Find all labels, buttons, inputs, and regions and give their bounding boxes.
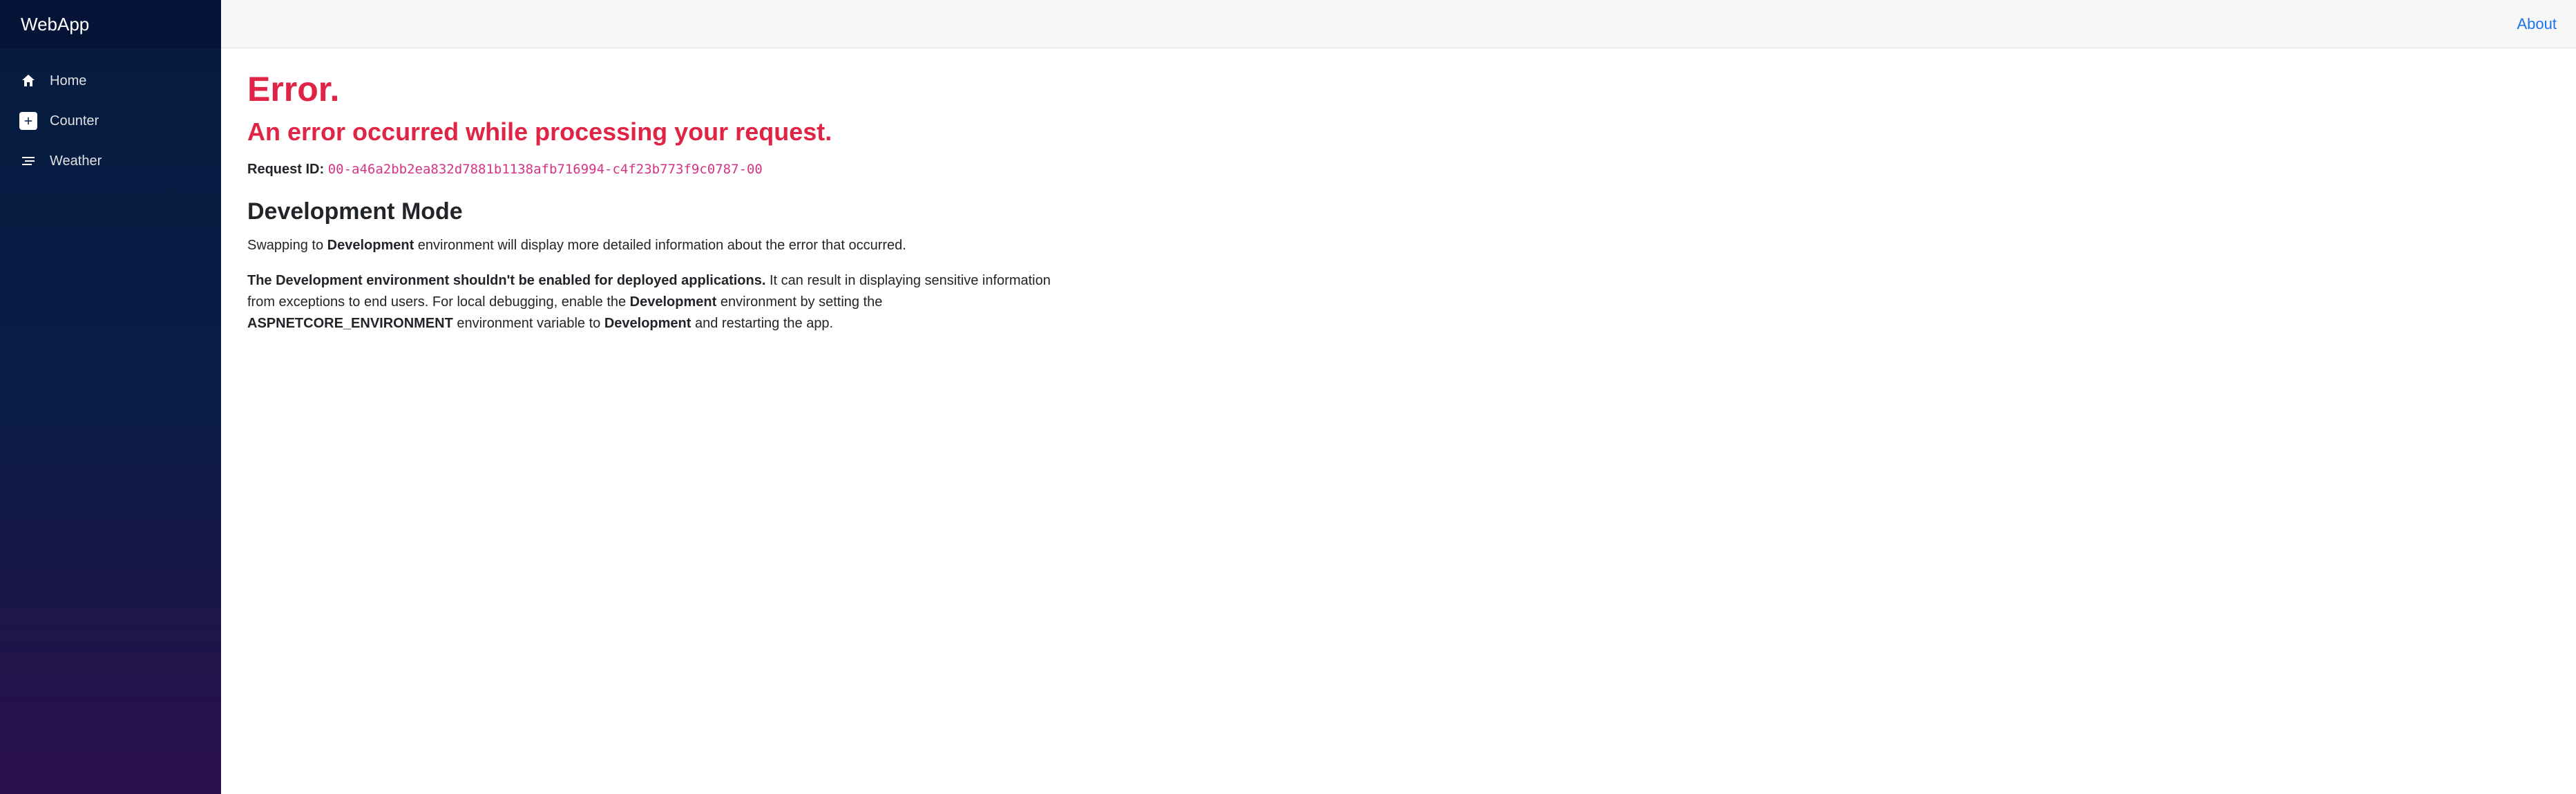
main-area: About Error. An error occurred while pro… xyxy=(221,0,2576,794)
home-icon xyxy=(19,72,37,90)
sidebar-item-weather[interactable]: Weather xyxy=(0,141,221,181)
dev-mode-paragraph-1: Swapping to Development environment will… xyxy=(247,235,1079,256)
error-title: Error. xyxy=(247,69,1079,109)
topbar: About xyxy=(221,0,2576,48)
sidebar-item-home[interactable]: Home xyxy=(0,61,221,101)
text-strong: Development xyxy=(327,238,414,253)
dev-mode-heading: Development Mode xyxy=(247,198,1079,225)
sidebar-nav: Home Counter Weather xyxy=(0,48,221,193)
sidebar: WebApp Home Counter xyxy=(0,0,221,794)
text-fragment: environment variable to xyxy=(453,316,604,331)
plus-square-icon xyxy=(19,112,37,130)
request-id-value: 00-a46a2bb2ea832d7881b1138afb716994-c4f2… xyxy=(328,162,763,177)
dev-mode-paragraph-2: The Development environment shouldn't be… xyxy=(247,270,1079,334)
sidebar-item-label: Weather xyxy=(50,153,102,169)
page-content: Error. An error occurred while processin… xyxy=(221,48,1105,369)
text-strong: Development xyxy=(604,316,691,331)
text-strong: ASPNETCORE_ENVIRONMENT xyxy=(247,316,453,331)
request-id-label: Request ID: xyxy=(247,162,324,177)
sidebar-item-counter[interactable]: Counter xyxy=(0,101,221,141)
text-fragment: environment by setting the xyxy=(716,294,882,310)
text-strong: Development xyxy=(630,294,717,310)
request-id-line: Request ID: 00-a46a2bb2ea832d7881b1138af… xyxy=(247,162,1079,178)
text-fragment: and restarting the app. xyxy=(691,316,833,331)
sidebar-item-label: Home xyxy=(50,73,86,89)
text-fragment: environment will display more detailed i… xyxy=(414,238,906,253)
text-fragment: Swapping to xyxy=(247,238,327,253)
text-strong: The Development environment shouldn't be… xyxy=(247,273,765,288)
sidebar-item-label: Counter xyxy=(50,113,99,129)
about-link[interactable]: About xyxy=(2517,15,2557,33)
list-nested-icon xyxy=(19,152,37,170)
app-brand[interactable]: WebApp xyxy=(0,0,221,48)
error-subtitle: An error occurred while processing your … xyxy=(247,117,1079,146)
